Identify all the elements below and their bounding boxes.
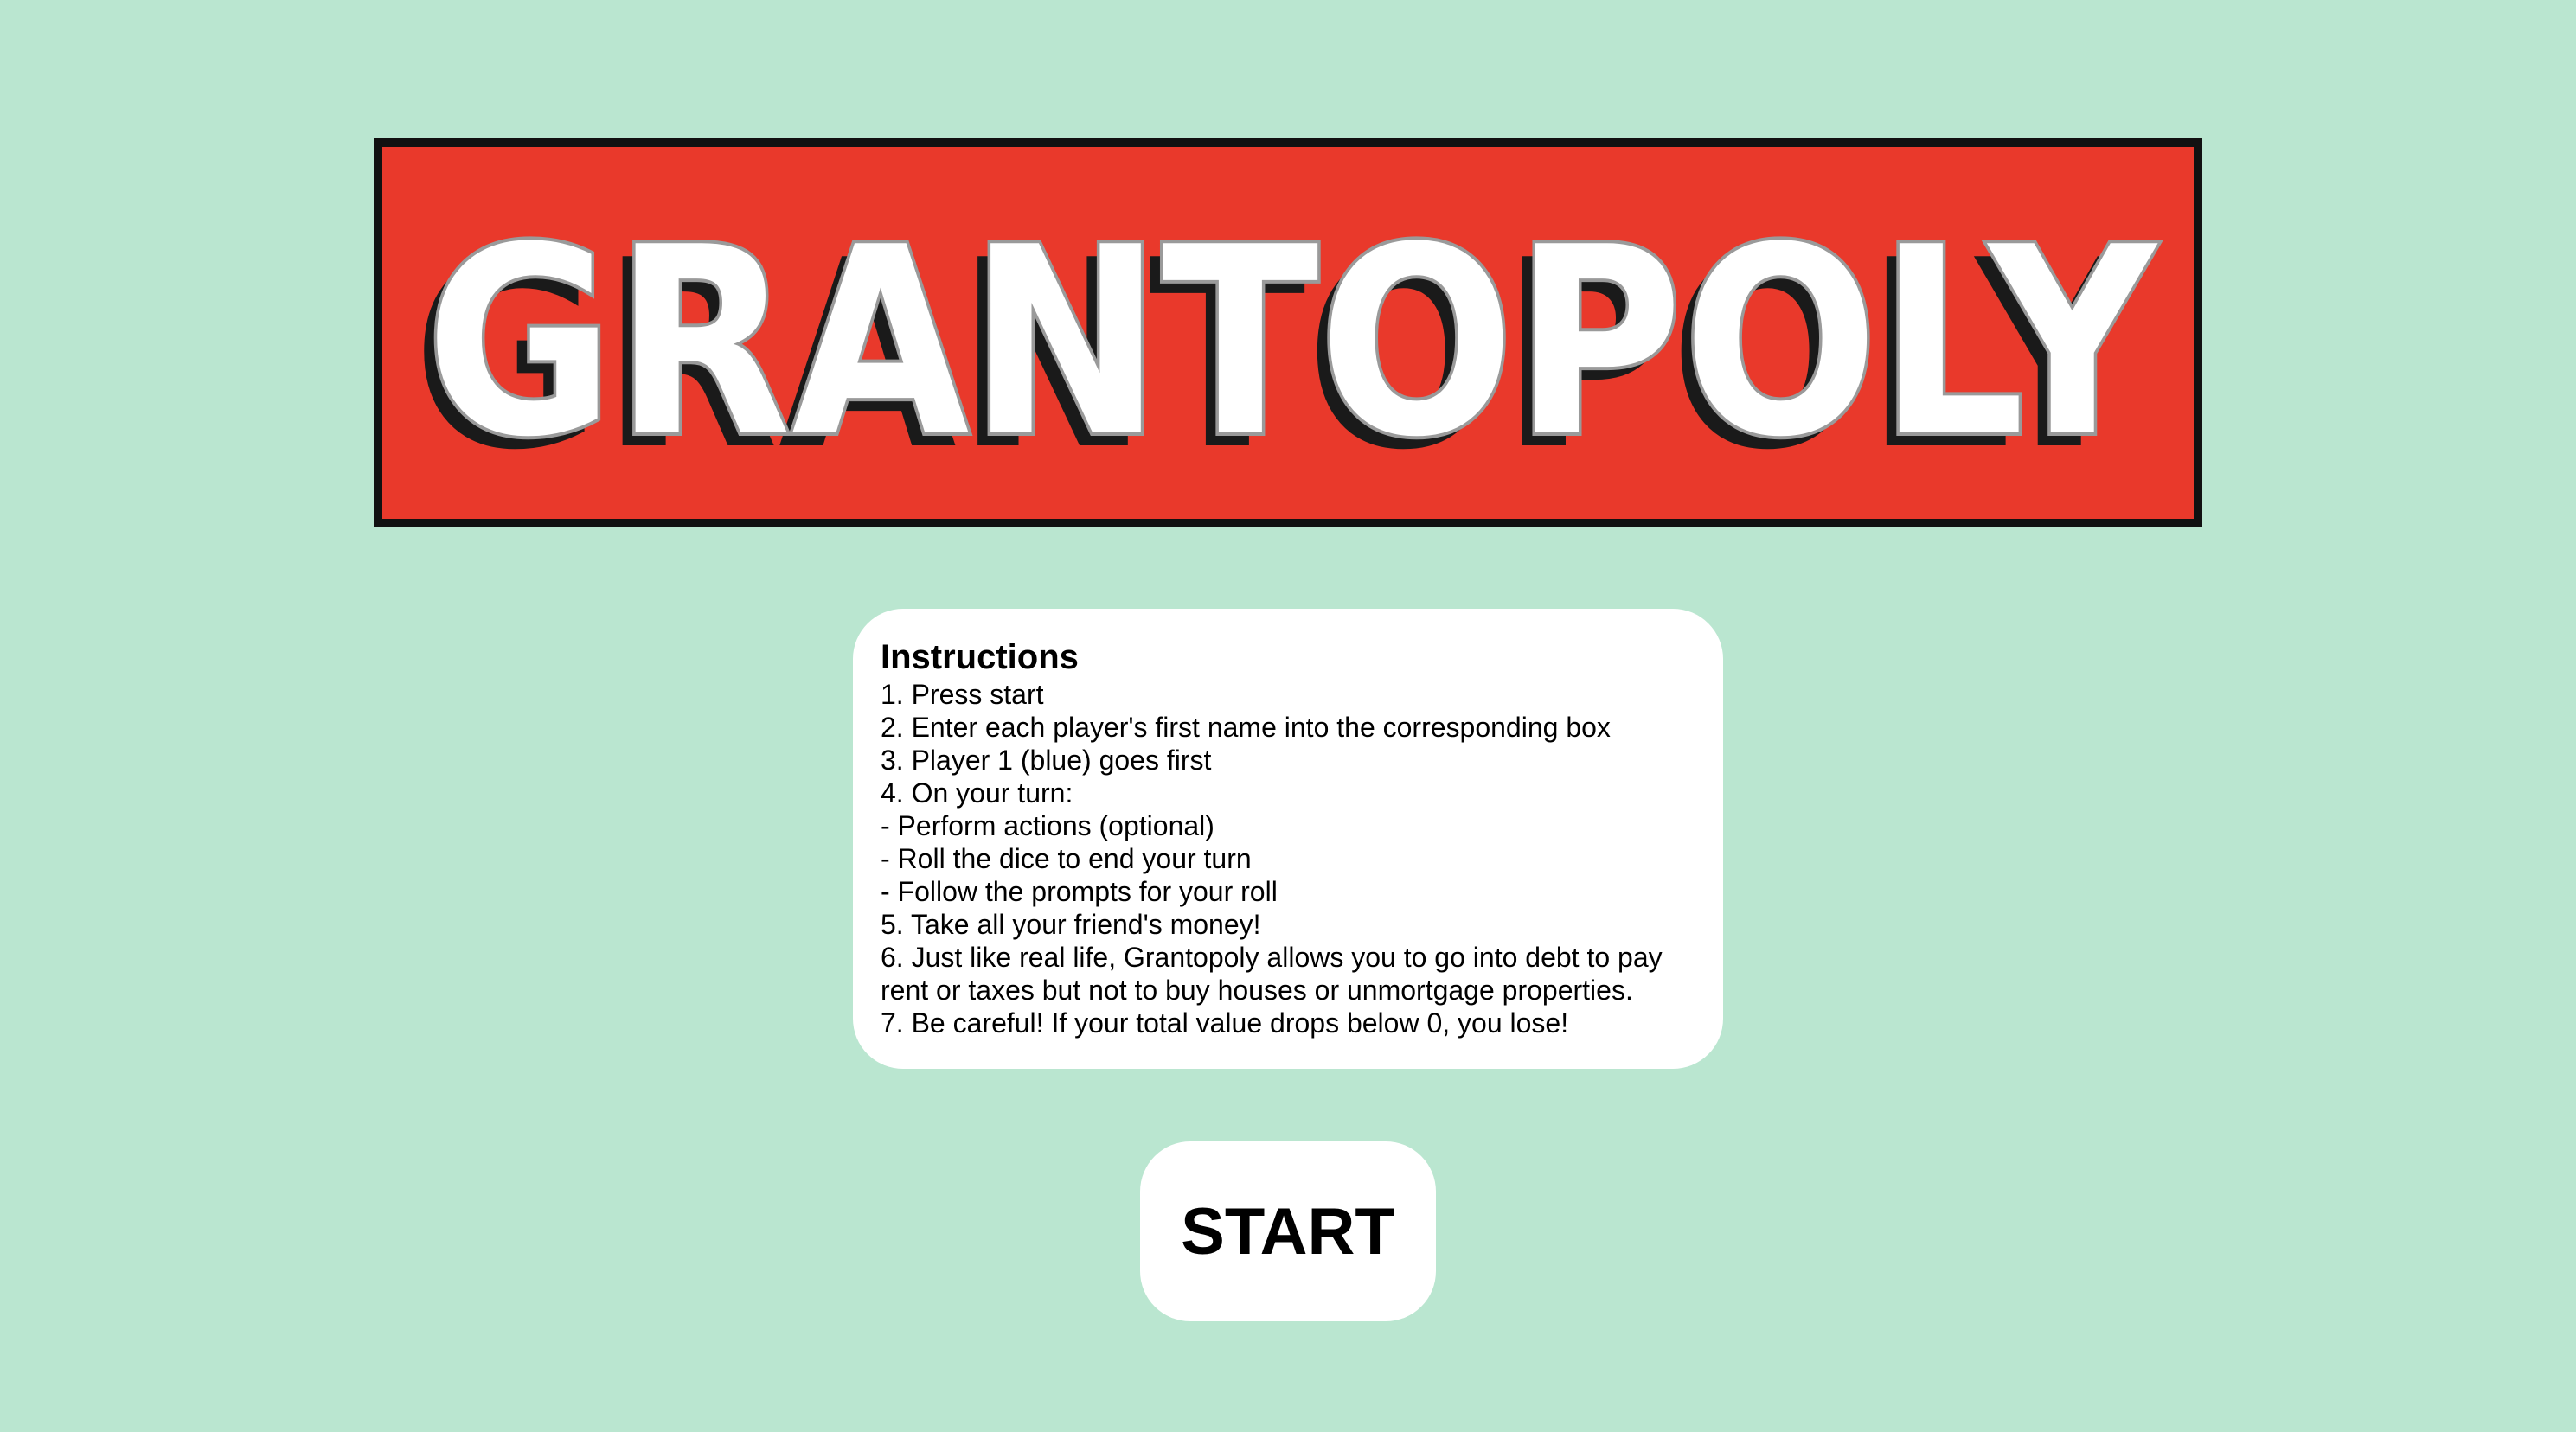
instruction-item: 3. Player 1 (blue) goes first <box>881 745 1212 776</box>
instruction-item: 2. Enter each player's first name into t… <box>881 712 1611 743</box>
logo-text: GRANTOPOLY <box>426 192 2158 494</box>
instructions-title: Instructions <box>881 638 1079 676</box>
start-button[interactable]: START <box>1140 1141 1436 1321</box>
instruction-item: - Follow the prompts for your roll <box>881 876 1278 907</box>
instruction-item: 5. Take all your friend's money! <box>881 909 1261 940</box>
logo: GRANTOPOLY GRANTOPOLY <box>413 189 2162 507</box>
instruction-item: 6. Just like real life, Grantopoly allow… <box>881 942 1670 1006</box>
instruction-item: - Roll the dice to end your turn <box>881 843 1252 874</box>
logo-banner: GRANTOPOLY GRANTOPOLY <box>374 138 2202 527</box>
instruction-item: 7. Be careful! If your total value drops… <box>881 1007 1569 1039</box>
instructions-list: 1. Press start 2. Enter each player's fi… <box>881 678 1699 1039</box>
instruction-item: 1. Press start <box>881 679 1044 710</box>
instruction-item: - Perform actions (optional) <box>881 810 1214 841</box>
instruction-item: 4. On your turn: <box>881 777 1073 809</box>
instructions-panel: Instructions 1. Press start 2. Enter eac… <box>853 609 1723 1069</box>
